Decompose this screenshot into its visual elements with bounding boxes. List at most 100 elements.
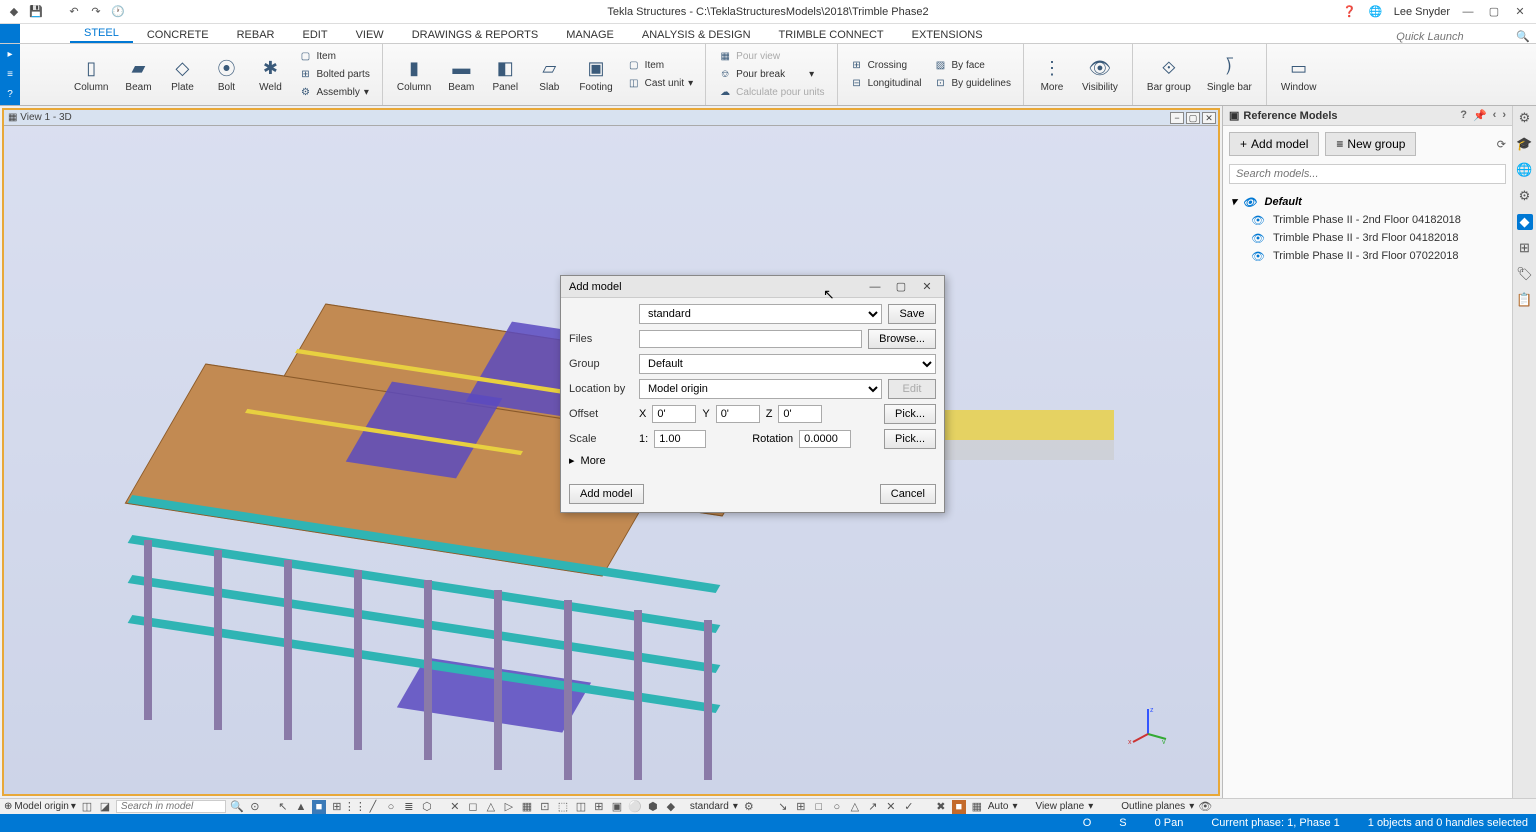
- m8-icon[interactable]: ✓: [902, 800, 916, 814]
- eye-icon[interactable]: 👁: [1251, 250, 1267, 262]
- tab-manage[interactable]: MANAGE: [552, 27, 628, 43]
- vp-dd-icon[interactable]: ▾: [1088, 801, 1093, 812]
- n1-icon[interactable]: ✖: [934, 800, 948, 814]
- window-button[interactable]: ▭Window: [1273, 54, 1325, 95]
- pick-offset-button[interactable]: Pick...: [884, 404, 936, 424]
- bolt-button[interactable]: ⦿Bolt: [204, 54, 248, 95]
- plate-button[interactable]: ◇Plate: [160, 54, 204, 95]
- visibility-button[interactable]: 👁Visibility: [1074, 54, 1126, 95]
- m7-icon[interactable]: ✕: [884, 800, 898, 814]
- save-icon[interactable]: 💾: [28, 4, 44, 20]
- panel-help-icon[interactable]: ?: [1460, 109, 1467, 122]
- plus-small-icon[interactable]: ⊕: [4, 801, 12, 812]
- eye-icon[interactable]: 👁: [1243, 196, 1259, 208]
- column2-button[interactable]: ▮Column: [389, 54, 439, 95]
- byface-button[interactable]: ▨By face: [932, 58, 1013, 74]
- hex-icon[interactable]: ⬡: [420, 800, 434, 814]
- refresh-icon[interactable]: ⟳: [1497, 138, 1506, 151]
- minimize-icon[interactable]: ―: [1460, 4, 1476, 20]
- std-dd-icon[interactable]: ▾: [733, 801, 738, 812]
- cursor-icon[interactable]: ↖: [276, 800, 290, 814]
- target-icon[interactable]: ⊙: [248, 800, 262, 814]
- view-max-icon[interactable]: ▢: [1186, 112, 1200, 124]
- longitudinal-button[interactable]: ⊟Longitudinal: [848, 76, 924, 92]
- m6-icon[interactable]: ↗: [866, 800, 880, 814]
- dialog-titlebar[interactable]: Add model ― ▢ ✕: [561, 276, 944, 298]
- rail-clip-icon[interactable]: 📋: [1517, 292, 1533, 308]
- t6-icon[interactable]: ⊡: [538, 800, 552, 814]
- add-model-button[interactable]: +Add model: [1229, 132, 1319, 156]
- ol-dd-icon[interactable]: ▾: [1189, 801, 1194, 812]
- origin-label[interactable]: Model origin: [14, 801, 68, 812]
- slab-button[interactable]: ▱Slab: [527, 54, 571, 95]
- side-handle[interactable]: ▸ ≡ ?: [0, 44, 20, 105]
- rail-gear-icon[interactable]: ⚙: [1517, 110, 1533, 126]
- standard-select[interactable]: standard: [690, 801, 729, 812]
- m2-icon[interactable]: ⊞: [794, 800, 808, 814]
- redo-icon[interactable]: ↷: [88, 4, 104, 20]
- t8-icon[interactable]: ◫: [574, 800, 588, 814]
- t4-icon[interactable]: ▷: [502, 800, 516, 814]
- offset-z-input[interactable]: [778, 405, 822, 423]
- tab-rebar[interactable]: REBAR: [223, 27, 289, 43]
- snap1-icon[interactable]: ◫: [80, 800, 94, 814]
- t10-icon[interactable]: ▣: [610, 800, 624, 814]
- m3-icon[interactable]: □: [812, 800, 826, 814]
- tab-view[interactable]: VIEW: [342, 27, 398, 43]
- pick-rotation-button[interactable]: Pick...: [884, 429, 936, 449]
- tab-steel[interactable]: STEEL: [70, 25, 133, 43]
- t11-icon[interactable]: ⚪: [628, 800, 642, 814]
- history-icon[interactable]: 🕐: [110, 4, 126, 20]
- tab-trimble[interactable]: TRIMBLE CONNECT: [765, 27, 898, 43]
- t9-icon[interactable]: ⊞: [592, 800, 606, 814]
- weld-button[interactable]: ✱Weld: [248, 54, 292, 95]
- m4-icon[interactable]: ○: [830, 800, 844, 814]
- search-icon[interactable]: 🔍: [1516, 30, 1530, 43]
- more-toggle[interactable]: ▸More: [569, 454, 936, 467]
- item-button[interactable]: ▢Item: [296, 49, 371, 65]
- t12-icon[interactable]: ⬢: [646, 800, 660, 814]
- dropdown-icon[interactable]: ▾: [71, 801, 76, 812]
- sq-icon[interactable]: ■: [312, 800, 326, 814]
- close-icon[interactable]: ✕: [1512, 4, 1528, 20]
- eye-icon[interactable]: 👁: [1251, 214, 1267, 226]
- add-model-confirm-button[interactable]: Add model: [569, 484, 644, 504]
- dialog-min-icon[interactable]: ―: [866, 279, 884, 295]
- tab-analysis[interactable]: ANALYSIS & DESIGN: [628, 27, 765, 43]
- search-btn-icon[interactable]: 🔍: [230, 800, 244, 814]
- tri-icon[interactable]: ▲: [294, 800, 308, 814]
- column-button[interactable]: ▯Column: [66, 54, 116, 95]
- tree-item[interactable]: 👁 Trimble Phase II - 2nd Floor 04182018: [1229, 211, 1506, 229]
- byguidelines-button[interactable]: ⊡By guidelines: [932, 76, 1013, 92]
- tree-item[interactable]: 👁 Trimble Phase II - 3rd Floor 07022018: [1229, 247, 1506, 265]
- pourbreak-button[interactable]: ⎊Pour break▾: [716, 67, 826, 83]
- beam-button[interactable]: ▰Beam: [116, 54, 160, 95]
- view-cube-icon[interactable]: ▦: [8, 112, 17, 123]
- item2-button[interactable]: ▢Item: [625, 58, 696, 74]
- tree-item[interactable]: 👁 Trimble Phase II - 3rd Floor 04182018: [1229, 229, 1506, 247]
- axis-gizmo[interactable]: z y x: [1128, 704, 1168, 744]
- rail-refmodels-icon[interactable]: ◆: [1517, 214, 1533, 230]
- view-close-icon[interactable]: ✕: [1202, 112, 1216, 124]
- assembly-button[interactable]: ⚙Assembly▾: [296, 85, 371, 101]
- rail-tag-icon[interactable]: 🏷: [1517, 266, 1533, 282]
- rail-settings-icon[interactable]: ⚙: [1517, 188, 1533, 204]
- file-menu[interactable]: [0, 23, 20, 43]
- gear2-icon[interactable]: ⚙: [742, 800, 756, 814]
- t5-icon[interactable]: ▦: [520, 800, 534, 814]
- globe-icon[interactable]: 🌐: [1368, 4, 1384, 20]
- dots-icon[interactable]: ⋮⋮: [348, 800, 362, 814]
- bargroup-button[interactable]: ⟐Bar group: [1139, 54, 1199, 95]
- rotation-input[interactable]: [799, 430, 851, 448]
- help-icon[interactable]: ❓: [1342, 4, 1358, 20]
- line-icon[interactable]: ╱: [366, 800, 380, 814]
- panel-button[interactable]: ◧Panel: [483, 54, 527, 95]
- view-min-icon[interactable]: −: [1170, 112, 1184, 124]
- tree-group-default[interactable]: ▾ 👁 Default: [1229, 192, 1506, 211]
- t13-icon[interactable]: ◆: [664, 800, 678, 814]
- save-preset-button[interactable]: Save: [888, 304, 936, 324]
- rail-cap-icon[interactable]: 🎓: [1517, 136, 1533, 152]
- t2-icon[interactable]: ◻: [466, 800, 480, 814]
- search-in-model-input[interactable]: [116, 800, 226, 813]
- m1-icon[interactable]: ↘: [776, 800, 790, 814]
